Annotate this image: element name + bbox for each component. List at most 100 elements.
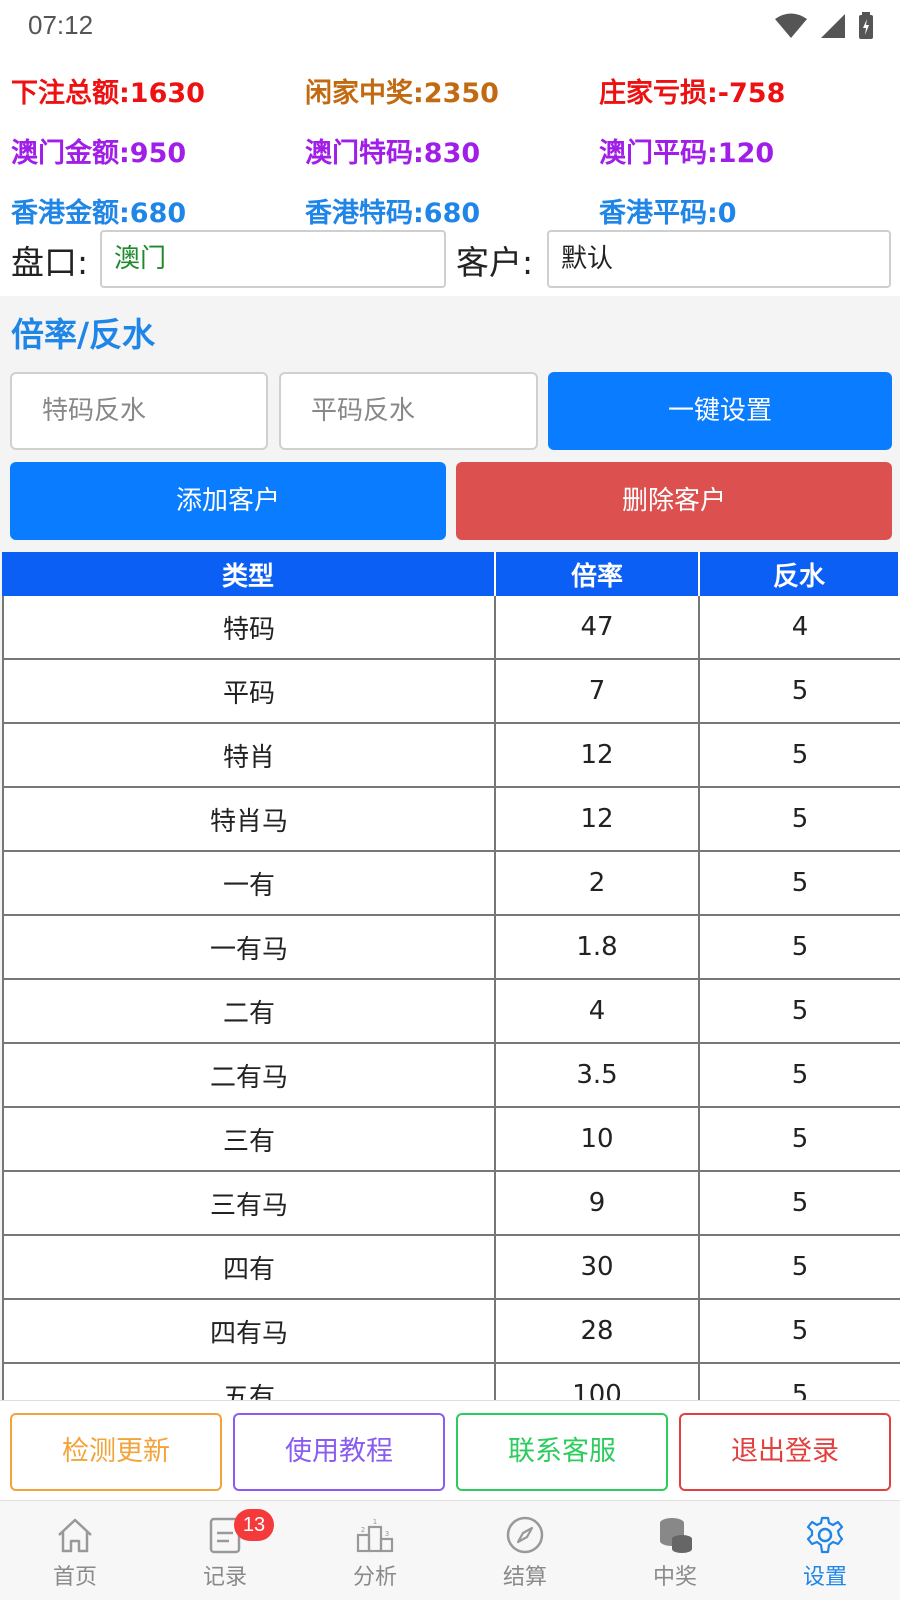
status-bar: 07:12	[0, 0, 900, 50]
cell-rate[interactable]: 100	[496, 1364, 700, 1400]
one-click-set-button[interactable]: 一键设置	[548, 372, 892, 450]
tab-home[interactable]: 首页	[0, 1501, 150, 1600]
tab-records[interactable]: 13 记录	[150, 1501, 300, 1600]
cell-rebate[interactable]: 5	[700, 788, 900, 850]
stats-panel: 下注总额:1630 闲家中奖:2350 庄家亏损:-758 澳门金额:950 澳…	[0, 60, 900, 240]
cell-type: 平码	[2, 660, 496, 722]
signal-icon	[821, 14, 845, 38]
table-row[interactable]: 特肖马 12 5	[2, 788, 900, 852]
wifi-icon	[775, 13, 807, 38]
table-row[interactable]: 特码 47 4	[2, 596, 900, 660]
delete-customer-button[interactable]: 删除客户	[456, 462, 892, 540]
cell-rate[interactable]: 3.5	[496, 1044, 700, 1106]
stat-macau-amount: 澳门金额:950	[11, 137, 187, 169]
contact-support-button[interactable]: 联系客服	[456, 1413, 668, 1491]
tab-settings[interactable]: 设置	[750, 1501, 900, 1600]
battery-icon	[859, 12, 873, 39]
cell-type: 特肖马	[2, 788, 496, 850]
home-icon	[58, 1518, 92, 1553]
cell-type: 二有马	[2, 1044, 496, 1106]
table-row[interactable]: 四有 30 5	[2, 1236, 900, 1300]
special-rebate-input[interactable]: 特码反水	[10, 372, 268, 450]
cell-rate[interactable]: 9	[496, 1172, 700, 1234]
table-row[interactable]: 特肖 12 5	[2, 724, 900, 788]
cell-type: 二有	[2, 980, 496, 1042]
normal-rebate-input[interactable]: 平码反水	[279, 372, 538, 450]
cell-rebate[interactable]: 5	[700, 1236, 900, 1298]
cell-rebate[interactable]: 5	[700, 916, 900, 978]
tab-analysis[interactable]: 12 3 分析	[300, 1501, 450, 1600]
records-badge: 13	[234, 1509, 274, 1541]
cell-rebate[interactable]: 5	[700, 724, 900, 786]
tab-bar: 首页 13 记录 12 3 分析 结算 中奖 设置	[0, 1500, 900, 1600]
market-select[interactable]: 澳门	[100, 230, 446, 288]
cell-rebate[interactable]: 5	[700, 1172, 900, 1234]
tab-label: 记录	[202, 1565, 247, 1590]
table-row[interactable]: 三有马 9 5	[2, 1172, 900, 1236]
cell-rebate[interactable]: 4	[700, 596, 900, 658]
tab-label: 分析	[352, 1565, 397, 1590]
table-row[interactable]: 平码 7 5	[2, 660, 900, 724]
cell-rate[interactable]: 10	[496, 1108, 700, 1170]
table-body: 特码 47 4 平码 7 5 特肖 12 5 特肖马 12 5 一有 2 5 一有马 1.8 5 二有 4 5 二有马 3.…	[2, 596, 900, 1400]
cell-type: 特肖	[2, 724, 496, 786]
cell-type: 四有	[2, 1236, 496, 1298]
gear-icon	[806, 1516, 844, 1554]
tab-label: 设置	[802, 1565, 847, 1590]
rate-section: 倍率/反水 特码反水 平码反水 一键设置 添加客户 删除客户 类型 倍率 反水 …	[0, 296, 900, 1400]
cell-rate[interactable]: 12	[496, 724, 700, 786]
stat-macau-normal: 澳门平码:120	[599, 137, 775, 169]
action-bar: 检测更新 使用教程 联系客服 退出登录	[0, 1400, 900, 1500]
cell-rebate[interactable]: 5	[700, 1364, 900, 1400]
cell-rate[interactable]: 7	[496, 660, 700, 722]
logout-button[interactable]: 退出登录	[679, 1413, 891, 1491]
cell-rate[interactable]: 1.8	[496, 916, 700, 978]
tab-label: 首页	[52, 1565, 97, 1590]
header-type: 类型	[2, 552, 496, 596]
selector-row: 盘口: 澳门 客户: 默认	[0, 228, 900, 290]
table-row[interactable]: 一有马 1.8 5	[2, 916, 900, 980]
cell-type: 特码	[2, 596, 496, 658]
cell-rebate[interactable]: 5	[700, 660, 900, 722]
svg-text:1: 1	[373, 1518, 377, 1526]
status-icons	[774, 12, 874, 40]
cell-rate[interactable]: 47	[496, 596, 700, 658]
stat-total-bet: 下注总额:1630	[11, 77, 205, 109]
cell-rebate[interactable]: 5	[700, 1044, 900, 1106]
table-row[interactable]: 一有 2 5	[2, 852, 900, 916]
header-rebate: 反水	[700, 552, 900, 596]
tab-settlement[interactable]: 结算	[450, 1501, 600, 1600]
cell-rebate[interactable]: 5	[700, 1300, 900, 1362]
stat-hk-special: 香港特码:680	[305, 197, 481, 229]
header-rate: 倍率	[496, 552, 700, 596]
cell-type: 一有	[2, 852, 496, 914]
cell-rate[interactable]: 28	[496, 1300, 700, 1362]
cell-rate[interactable]: 2	[496, 852, 700, 914]
svg-text:3: 3	[385, 1530, 389, 1538]
cell-type: 一有马	[2, 916, 496, 978]
customer-label: 客户:	[456, 243, 534, 282]
coins-icon	[660, 1518, 692, 1553]
table-row[interactable]: 四有马 28 5	[2, 1300, 900, 1364]
add-customer-button[interactable]: 添加客户	[10, 462, 446, 540]
table-row[interactable]: 三有 10 5	[2, 1108, 900, 1172]
stat-hk-normal: 香港平码:0	[599, 197, 737, 229]
table-row[interactable]: 五有 100 5	[2, 1364, 900, 1400]
tab-winning[interactable]: 中奖	[600, 1501, 750, 1600]
tutorial-button[interactable]: 使用教程	[233, 1413, 445, 1491]
cell-type: 三有马	[2, 1172, 496, 1234]
cell-type: 三有	[2, 1108, 496, 1170]
cell-rate[interactable]: 12	[496, 788, 700, 850]
cell-rate[interactable]: 4	[496, 980, 700, 1042]
cell-rate[interactable]: 30	[496, 1236, 700, 1298]
table-row[interactable]: 二有 4 5	[2, 980, 900, 1044]
cell-rebate[interactable]: 5	[700, 1108, 900, 1170]
table-row[interactable]: 二有马 3.5 5	[2, 1044, 900, 1108]
svg-text:2: 2	[361, 1526, 365, 1534]
cell-rebate[interactable]: 5	[700, 980, 900, 1042]
tab-label: 中奖	[652, 1565, 697, 1590]
check-update-button[interactable]: 检测更新	[10, 1413, 222, 1491]
customer-select[interactable]: 默认	[547, 230, 891, 288]
cell-rebate[interactable]: 5	[700, 852, 900, 914]
tab-label: 结算	[502, 1565, 547, 1590]
